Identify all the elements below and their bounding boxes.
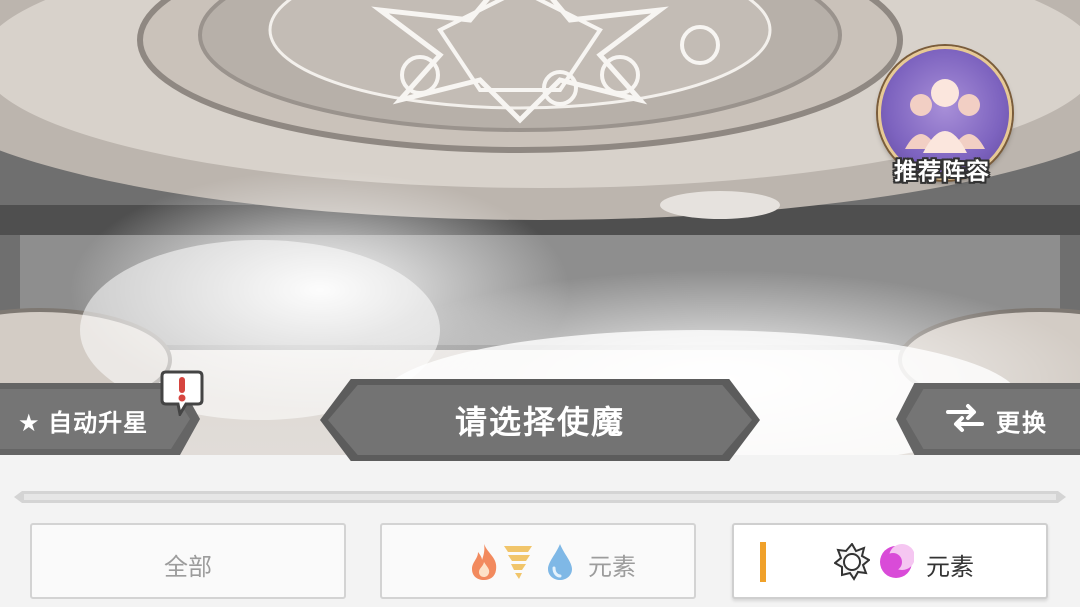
wind-icon	[504, 546, 532, 579]
list-scrollbar[interactable]	[14, 490, 1066, 504]
recommend-lineup-label: 推荐阵容	[894, 158, 990, 184]
filter-all-button[interactable]: 全部	[30, 523, 346, 599]
light-icon	[834, 543, 870, 581]
filter-element-light-dark-label: 元素	[926, 554, 974, 581]
active-filter-marker	[760, 542, 766, 582]
select-familiar-label: 请选择使魔	[454, 404, 625, 440]
filter-element-basic-label: 元素	[588, 554, 636, 581]
dark-icon	[880, 544, 914, 578]
filter-all-label: 全部	[164, 554, 212, 581]
exclamation-icon	[160, 370, 204, 416]
fire-icon	[472, 544, 497, 580]
select-familiar-title: 请选择使魔	[320, 379, 760, 461]
recommend-lineup-button[interactable]: 推荐阵容	[872, 44, 1012, 194]
filter-element-light-dark-button[interactable]: 元素	[732, 523, 1048, 599]
swap-plate-inner	[906, 389, 1080, 449]
filter-element-basic-button[interactable]: 元素	[380, 523, 696, 599]
swap-button[interactable]: 更换	[896, 383, 1080, 455]
auto-star-label: ★ 自动升星	[18, 410, 149, 437]
water-icon	[548, 544, 572, 580]
swap-label: 更换	[996, 410, 1048, 437]
swap-arrows-icon	[946, 404, 984, 432]
